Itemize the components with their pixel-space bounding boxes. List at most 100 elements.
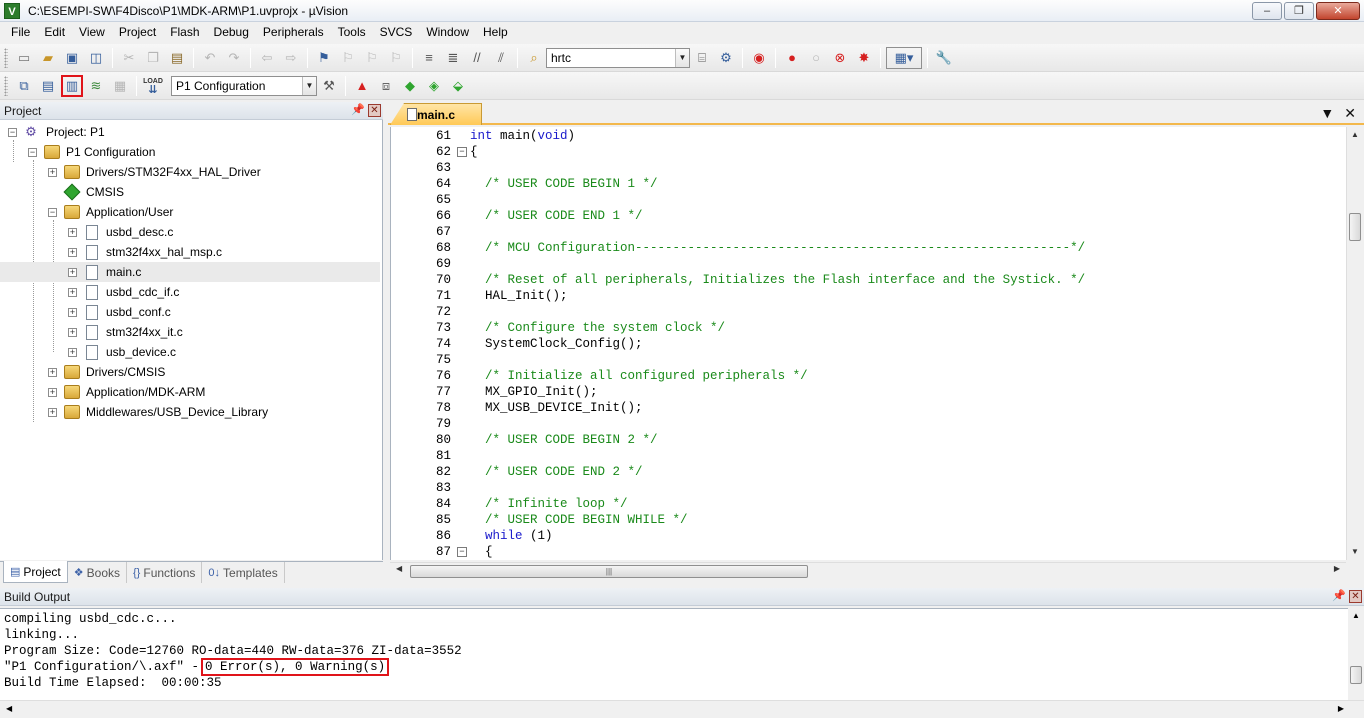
- code-line[interactable]: 84 /* Infinite loop */: [391, 496, 1346, 512]
- menu-window[interactable]: Window: [419, 22, 476, 43]
- code-line[interactable]: 83: [391, 480, 1346, 496]
- code-line[interactable]: 82 /* USER CODE END 2 */: [391, 464, 1346, 480]
- code-line[interactable]: 71 HAL_Init();: [391, 288, 1346, 304]
- collapse-icon[interactable]: −: [28, 147, 37, 157]
- tab-list-dropdown-icon[interactable]: ▼: [1320, 105, 1334, 122]
- tab-templates[interactable]: 0↓ Templates: [202, 562, 285, 583]
- close-tab-icon[interactable]: ✕: [1344, 105, 1356, 122]
- next-bookmark-icon[interactable]: ⚐: [361, 47, 383, 69]
- indent-icon[interactable]: ≡: [418, 47, 440, 69]
- kill-all-breakpoints-icon[interactable]: ✸: [853, 47, 875, 69]
- tree-item-group[interactable]: + Drivers/STM32F4xx_HAL_Driver: [0, 162, 380, 182]
- scroll-left-arrow-icon[interactable]: ◀: [396, 564, 402, 573]
- cut-icon[interactable]: ✂: [118, 47, 140, 69]
- tree-item-group[interactable]: + Drivers/CMSIS: [0, 362, 380, 382]
- tree-item-file[interactable]: + usbd_cdc_if.c: [0, 282, 380, 302]
- incremental-find-icon[interactable]: ⚙: [715, 47, 737, 69]
- code-line[interactable]: 87− {: [391, 544, 1346, 560]
- toolbar-grip[interactable]: [4, 47, 8, 68]
- code-line[interactable]: 67: [391, 224, 1346, 240]
- target-options-icon[interactable]: ⚒: [318, 75, 340, 97]
- rebuild-icon[interactable]: ▥: [61, 74, 83, 97]
- find-combo[interactable]: hrtc ▼: [546, 47, 690, 68]
- save-icon[interactable]: ▣: [61, 47, 83, 69]
- scroll-right-arrow-icon[interactable]: ▶: [1334, 564, 1340, 573]
- code-line[interactable]: 81: [391, 448, 1346, 464]
- tree-item-group[interactable]: + Application/MDK-ARM: [0, 382, 380, 402]
- disable-all-breakpoints-icon[interactable]: ⊗: [829, 47, 851, 69]
- translate-icon[interactable]: ⧉: [13, 75, 35, 97]
- close-pane-icon[interactable]: ✕: [1349, 590, 1362, 603]
- tree-item-group[interactable]: + Middlewares/USB_Device_Library: [0, 402, 380, 422]
- tree-item-file[interactable]: + stm32f4xx_hal_msp.c: [0, 242, 380, 262]
- editor-horizontal-scrollbar[interactable]: ◀ ||| ▶: [390, 562, 1346, 579]
- menu-svcs[interactable]: SVCS: [373, 22, 420, 43]
- menu-flash[interactable]: Flash: [163, 22, 206, 43]
- open-folder-icon[interactable]: ▰: [37, 47, 59, 69]
- code-line[interactable]: 73 /* Configure the system clock */: [391, 320, 1346, 336]
- chevron-down-icon[interactable]: ▼: [302, 76, 316, 95]
- bookmark-icon[interactable]: ⚑: [313, 47, 335, 69]
- expand-icon[interactable]: +: [68, 227, 77, 237]
- collapse-icon[interactable]: −: [8, 127, 17, 137]
- collapse-icon[interactable]: −: [48, 207, 57, 217]
- navigate-back-icon[interactable]: ⇦: [256, 47, 278, 69]
- window-layout-icon[interactable]: ▦▾: [886, 46, 922, 69]
- expand-icon[interactable]: +: [68, 267, 77, 277]
- target-combo[interactable]: P1 Configuration ▼: [171, 75, 317, 96]
- code-line[interactable]: 72: [391, 304, 1346, 320]
- batch-build-icon[interactable]: ≋: [85, 75, 107, 97]
- tree-item-cmsis[interactable]: CMSIS: [0, 182, 380, 202]
- tree-item-project[interactable]: − ⚙ Project: P1: [0, 122, 380, 142]
- menu-help[interactable]: Help: [476, 22, 515, 43]
- tree-item-file[interactable]: + stm32f4xx_it.c: [0, 322, 380, 342]
- tree-item-target[interactable]: − P1 Configuration: [0, 142, 380, 162]
- code-line[interactable]: 78 MX_USB_DEVICE_Init();: [391, 400, 1346, 416]
- copy-icon[interactable]: ❐: [142, 47, 164, 69]
- menu-project[interactable]: Project: [112, 22, 163, 43]
- breakpoint-icon[interactable]: ●: [781, 47, 803, 69]
- fold-collapse-icon[interactable]: −: [457, 547, 467, 557]
- comment-icon[interactable]: //: [466, 47, 488, 69]
- tree-item-file[interactable]: + usbd_conf.c: [0, 302, 380, 322]
- scroll-up-arrow-icon[interactable]: ▲: [1348, 608, 1364, 624]
- expand-icon[interactable]: +: [68, 347, 77, 357]
- build-output-horizontal-scrollbar[interactable]: ◀ ▶: [0, 700, 1364, 718]
- code-line[interactable]: 74 SystemClock_Config();: [391, 336, 1346, 352]
- code-line[interactable]: 85 /* USER CODE BEGIN WHILE */: [391, 512, 1346, 528]
- find-icon[interactable]: ⌸: [691, 47, 713, 69]
- scroll-thumb[interactable]: [1350, 666, 1362, 684]
- code-line[interactable]: 63: [391, 160, 1346, 176]
- redo-icon[interactable]: ↷: [223, 47, 245, 69]
- scroll-down-arrow-icon[interactable]: ▼: [1347, 544, 1363, 560]
- close-pane-icon[interactable]: ✕: [368, 104, 381, 117]
- code-line[interactable]: 62−{: [391, 144, 1346, 160]
- prev-bookmark-icon[interactable]: ⚐: [337, 47, 359, 69]
- manage-run-time-environment-icon[interactable]: ◆: [399, 75, 421, 97]
- editor-vertical-scrollbar[interactable]: ▲ ▼: [1346, 127, 1362, 560]
- code-line[interactable]: 86 while (1): [391, 528, 1346, 544]
- build-output-panel[interactable]: compiling usbd_cdc.c... linking... Progr…: [0, 608, 1348, 700]
- tab-functions[interactable]: {} Functions: [127, 562, 203, 583]
- tree-item-file-selected[interactable]: + main.c: [0, 262, 380, 282]
- select-packs-icon[interactable]: ⧈: [375, 75, 397, 97]
- pin-icon[interactable]: 📌: [351, 103, 365, 116]
- restore-button[interactable]: ❐: [1284, 2, 1314, 20]
- device-database-icon[interactable]: ⬙: [447, 75, 469, 97]
- code-line[interactable]: 77 MX_GPIO_Init();: [391, 384, 1346, 400]
- new-file-icon[interactable]: ▭: [13, 47, 35, 69]
- pack-installer-icon[interactable]: ◈: [423, 75, 445, 97]
- tree-item-file[interactable]: + usb_device.c: [0, 342, 380, 362]
- scroll-left-arrow-icon[interactable]: ◀: [6, 704, 12, 713]
- build-output-vertical-scrollbar[interactable]: ▲: [1348, 608, 1364, 700]
- code-line[interactable]: 64 /* USER CODE BEGIN 1 */: [391, 176, 1346, 192]
- expand-icon[interactable]: +: [68, 247, 77, 257]
- tree-item-file[interactable]: + usbd_desc.c: [0, 222, 380, 242]
- editor-tab-main-c[interactable]: main.c: [390, 103, 482, 125]
- scroll-right-arrow-icon[interactable]: ▶: [1338, 704, 1344, 713]
- code-line[interactable]: 68 /* MCU Configuration-----------------…: [391, 240, 1346, 256]
- find-in-files-icon[interactable]: ⌕: [523, 47, 545, 69]
- expand-icon[interactable]: +: [48, 387, 57, 397]
- expand-icon[interactable]: +: [48, 167, 57, 177]
- scroll-thumb[interactable]: [1349, 213, 1361, 241]
